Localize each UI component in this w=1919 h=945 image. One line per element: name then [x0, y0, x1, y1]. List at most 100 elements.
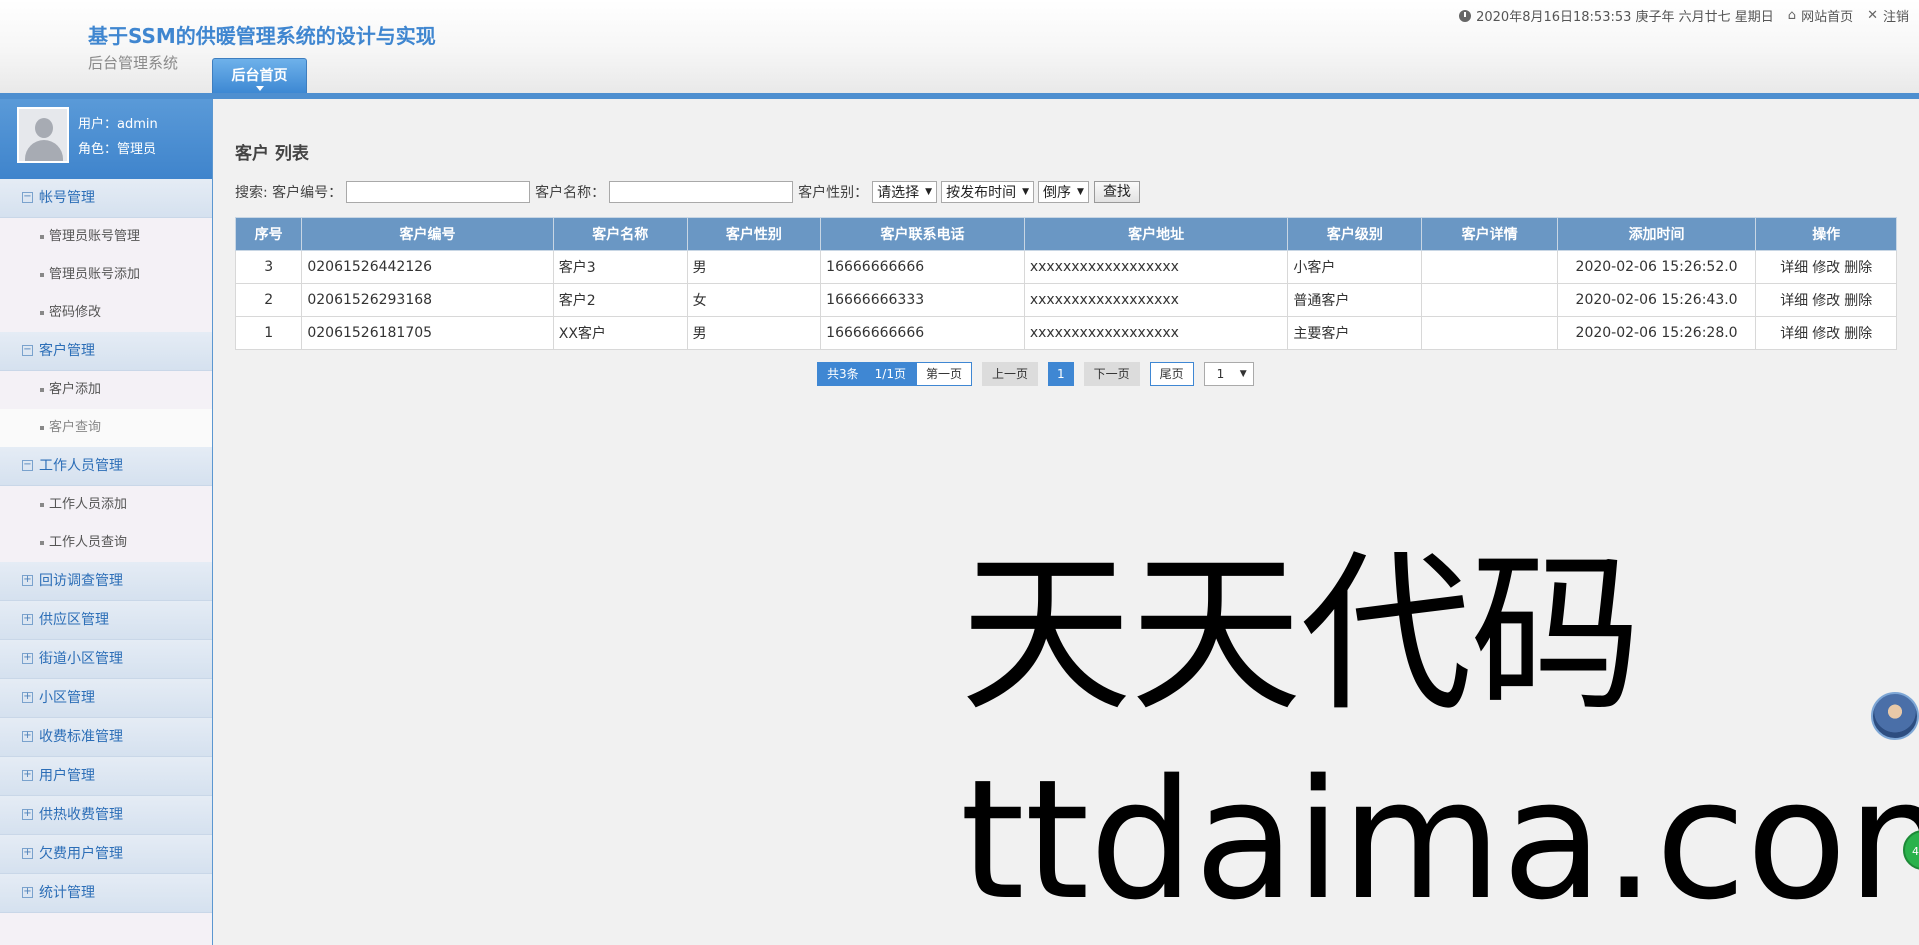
menu-item-admin-add[interactable]: 管理员账号添加 [0, 256, 212, 294]
dropdown-arrow-icon: ▼ [1239, 369, 1247, 379]
home-icon: ⌂ [1787, 8, 1797, 23]
cell-actions: 详细 修改 删除 [1755, 283, 1897, 317]
tab-home-label: 后台首页 [231, 68, 288, 84]
collapse-icon: − [22, 343, 33, 356]
cell-level: 小客户 [1287, 250, 1423, 284]
delete-link[interactable]: 删除 [1844, 326, 1872, 342]
menu-group-staff[interactable]: − 工作人员管理 [0, 447, 212, 486]
col-header: 添加时间 [1556, 217, 1757, 251]
cell-gender: 女 [686, 283, 822, 317]
menu-group-heating-fee[interactable]: + 供热收费管理 [0, 796, 212, 835]
menu-item-label: 管理员账号添加 [49, 267, 141, 282]
expand-icon: + [22, 573, 33, 586]
site-home-link[interactable]: ⌂ 网站首页 [1788, 6, 1853, 25]
user-role: 角色：管理员 [78, 142, 157, 157]
cell-phone: 16666666333 [820, 283, 1025, 317]
cell-time: 2020-02-06 15:26:43.0 [1556, 283, 1757, 317]
bullet-icon [40, 235, 44, 239]
menu-item-staff-query[interactable]: 工作人员查询 [0, 524, 212, 562]
watermark-cn: 天天代码 [960, 534, 1642, 735]
cell-name: 客户3 [552, 250, 688, 284]
expand-icon: + [22, 690, 33, 703]
menu-group-users[interactable]: + 用户管理 [0, 757, 212, 796]
cell-actions: 详细 修改 删除 [1755, 250, 1897, 284]
menu-group-community[interactable]: + 小区管理 [0, 679, 212, 718]
menu-item-password[interactable]: 密码修改 [0, 294, 212, 332]
edit-link[interactable]: 修改 [1812, 260, 1840, 276]
menu-item-customer-add[interactable]: 客户添加 [0, 371, 212, 409]
cell-gender: 男 [686, 316, 822, 350]
menu-item-admin-manage[interactable]: 管理员账号管理 [0, 218, 212, 256]
cell-time: 2020-02-06 15:26:52.0 [1556, 250, 1757, 284]
menu-item-staff-add[interactable]: 工作人员添加 [0, 486, 212, 524]
find-button[interactable]: 查找 [1093, 181, 1140, 203]
menu-group-label: 工作人员管理 [39, 458, 123, 474]
menu-item-label: 管理员账号管理 [49, 229, 141, 244]
bullet-icon [40, 273, 44, 277]
menu-group-label: 欠费用户管理 [39, 846, 123, 862]
menu-item-label: 密码修改 [49, 305, 102, 320]
col-header: 客户名称 [552, 217, 688, 251]
last-page-button[interactable]: 尾页 [1149, 362, 1194, 386]
collapse-icon: − [22, 458, 33, 471]
cell-no: 1 [234, 316, 303, 350]
edit-link[interactable]: 修改 [1812, 326, 1840, 342]
cell-code: 02061526442126 [301, 250, 554, 284]
menu-group-label: 用户管理 [39, 768, 95, 784]
tab-home[interactable]: 后台首页 [212, 58, 307, 93]
menu-group-arrears[interactable]: + 欠费用户管理 [0, 835, 212, 874]
menu-group-street[interactable]: + 街道小区管理 [0, 640, 212, 679]
detail-link[interactable]: 详细 [1780, 326, 1808, 342]
expand-icon: + [22, 651, 33, 664]
cell-phone: 16666666666 [820, 250, 1025, 284]
page-jump-select[interactable]: 1 ▼ [1203, 362, 1254, 386]
next-page-button[interactable]: 下一页 [1083, 362, 1140, 386]
bullet-icon [40, 541, 44, 545]
menu-group-fee-standard[interactable]: + 收费标准管理 [0, 718, 212, 757]
logout-label: 注销 [1882, 10, 1909, 25]
dropdown-arrow-icon: ▼ [1077, 187, 1084, 197]
customer-code-input[interactable] [346, 181, 531, 203]
detail-link[interactable]: 详细 [1780, 293, 1808, 309]
bullet-icon [40, 388, 44, 392]
menu-group-label: 收费标准管理 [39, 729, 123, 745]
cell-address: xxxxxxxxxxxxxxxxxx [1023, 250, 1289, 284]
gender-select[interactable]: 请选择 ▼ [872, 181, 938, 203]
cell-address: xxxxxxxxxxxxxxxxxx [1023, 316, 1289, 350]
menu-group-stats[interactable]: + 统计管理 [0, 874, 212, 913]
first-page-button[interactable]: 第一页 [915, 362, 972, 386]
cell-gender: 男 [686, 250, 822, 284]
logout-link[interactable]: ✕ 注销 [1867, 6, 1909, 25]
menu-item-label: 客户添加 [49, 382, 102, 397]
sort-select[interactable]: 按发布时间 ▼ [941, 181, 1035, 203]
current-page-button[interactable]: 1 [1048, 362, 1074, 386]
delete-link[interactable]: 删除 [1844, 293, 1872, 309]
delete-link[interactable]: 删除 [1844, 260, 1872, 276]
menu-group-label: 供热收费管理 [39, 807, 123, 823]
gender-select-value: 请选择 [877, 185, 920, 201]
menu-item-customer-query[interactable]: 客户查询 [0, 409, 212, 447]
customer-name-input[interactable] [609, 181, 794, 203]
menu-group-supply-area[interactable]: + 供应区管理 [0, 601, 212, 640]
menu-group-customer[interactable]: − 客户管理 [0, 332, 212, 371]
prev-page-button[interactable]: 上一页 [981, 362, 1038, 386]
order-select[interactable]: 倒序 ▼ [1038, 181, 1089, 203]
menu-group-visit[interactable]: + 回访调查管理 [0, 562, 212, 601]
menu-group-label: 统计管理 [39, 885, 95, 901]
cell-detail [1421, 283, 1558, 317]
cell-no: 3 [234, 250, 303, 284]
top-right-bar: 2020年8月16日18:53:53 庚子年 六月廿七 星期日 ⌂ 网站首页 ✕… [1445, 6, 1909, 25]
pagination-summary: 共3条 1/1页 [817, 362, 916, 386]
expand-icon: + [22, 768, 33, 781]
menu-item-label: 工作人员添加 [49, 497, 128, 512]
search-bar: 搜索: 客户编号： 客户名称： 客户性别： 请选择 ▼ 按发布时间 ▼ 倒序 ▼ 查找 [235, 181, 1140, 203]
col-header: 客户联系电话 [820, 217, 1025, 251]
detail-link[interactable]: 详细 [1780, 260, 1808, 276]
dropdown-arrow-icon: ▼ [925, 187, 933, 197]
floating-avatar[interactable] [1871, 692, 1919, 740]
menu-group-account[interactable]: − 帐号管理 [0, 179, 212, 218]
menu-group-label: 帐号管理 [39, 190, 95, 206]
col-header: 客户详情 [1421, 217, 1558, 251]
col-header: 客户级别 [1287, 217, 1423, 251]
edit-link[interactable]: 修改 [1812, 293, 1840, 309]
